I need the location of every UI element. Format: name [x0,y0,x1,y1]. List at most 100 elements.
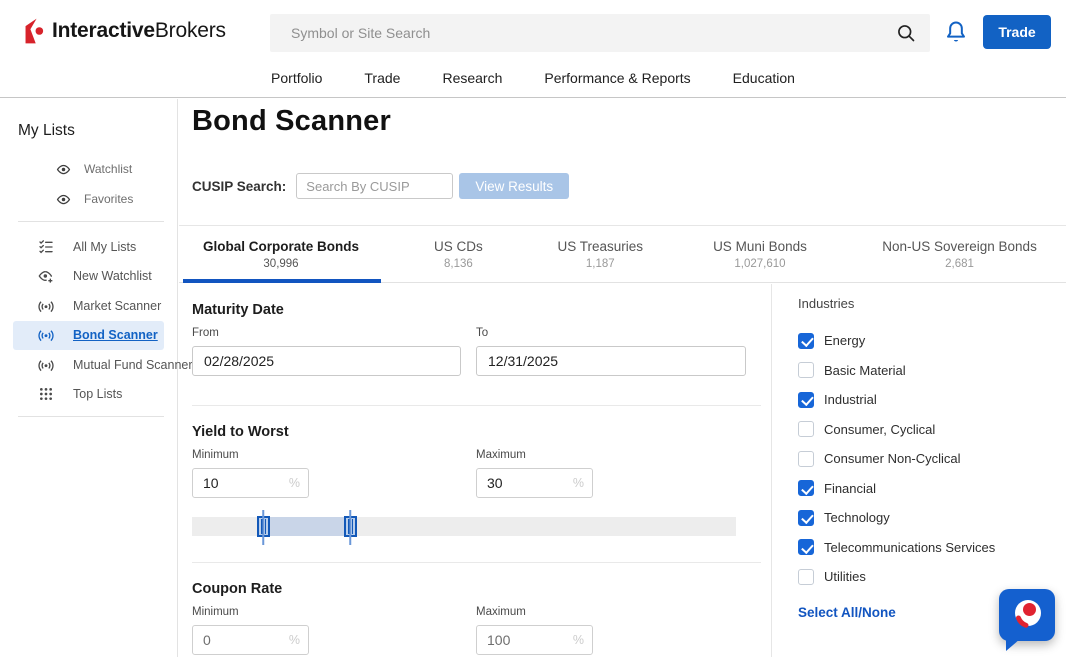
sidebar-divider [18,221,164,222]
filters-panel: Maturity Date From To Yield t [192,284,761,655]
industry-option-utilities[interactable]: Utilities [798,562,1060,592]
industry-checkbox[interactable] [798,510,814,526]
nav-portfolio[interactable]: Portfolio [271,70,322,86]
slider-range [263,517,350,536]
sidebar-item-new-watchlist[interactable]: New Watchlist [0,262,177,292]
industry-checkbox[interactable] [798,480,814,496]
industry-label: Utilities [824,569,866,584]
industry-label: Basic Material [824,363,906,378]
slider-handle-min[interactable] [257,516,270,537]
industry-option-technology[interactable]: Technology [798,503,1060,533]
sidebar-item-label: Market Scanner [73,299,161,313]
maximum-label: Maximum [476,449,746,461]
bond-scanner-page: InteractiveBrokers Trade Portfolio Trade… [0,0,1066,657]
industry-option-financial[interactable]: Financial [798,474,1060,504]
my-lists-group: Watchlist Favorites [0,154,177,214]
industry-option-consumer-non-cyclical[interactable]: Consumer Non-Cyclical [798,444,1060,474]
sidebar-title: My Lists [18,122,177,140]
nav-education[interactable]: Education [733,70,795,86]
industry-checkbox[interactable] [798,421,814,437]
trade-button[interactable]: Trade [983,15,1051,49]
industry-checkbox[interactable] [798,539,814,555]
bond-category-tabs: Global Corporate Bonds 30,996 US CDs 8,1… [179,225,1066,283]
industry-checkbox[interactable] [798,569,814,585]
scanner-icon [38,298,54,314]
sidebar: My Lists Watchlist Favorites All My List… [0,99,178,657]
sidebar-item-label: All My Lists [73,240,136,254]
cusip-search-label: CUSIP Search: [192,179,286,194]
industry-option-telecommunications-services[interactable]: Telecommunications Services [798,533,1060,563]
industry-checkbox[interactable] [798,362,814,378]
sidebar-item-top-lists[interactable]: Top Lists [0,380,177,410]
scanner-icon [38,327,54,343]
sidebar-item-bond-scanner[interactable]: Bond Scanner [13,321,164,351]
scanner-icon [38,357,54,373]
tab-us-muni-bonds[interactable]: US Muni Bonds 1,027,610 [667,226,853,282]
coupon-max-input[interactable] [476,625,593,655]
tab-non-us-sovereign-bonds[interactable]: Non-US Sovereign Bonds 2,681 [853,226,1066,282]
nav-trade[interactable]: Trade [364,70,400,86]
industry-checkbox[interactable] [798,451,814,467]
nav-performance-reports[interactable]: Performance & Reports [544,70,690,86]
coupon-rate-section: Coupon Rate Minimum % Maximum [192,581,761,655]
section-divider [192,562,761,563]
maturity-from-input[interactable] [192,346,461,376]
yield-range-slider[interactable] [192,517,736,536]
industries-panel: Industries Energy Basic Material Industr… [798,284,1060,622]
section-divider [192,405,761,406]
industry-label: Consumer Non-Cyclical [824,451,961,466]
sidebar-item-all-my-lists[interactable]: All My Lists [0,232,177,262]
industry-label: Financial [824,481,876,496]
search-icon[interactable] [896,23,916,43]
tab-count: 2,681 [945,258,974,270]
sidebar-list: All My Lists New Watchlist Market Scanne… [0,232,177,409]
logo-text: InteractiveBrokers [52,19,226,43]
logo[interactable]: InteractiveBrokers [22,17,226,45]
sidebar-item-market-scanner[interactable]: Market Scanner [0,291,177,321]
tab-global-corporate-bonds[interactable]: Global Corporate Bonds 30,996 [179,226,383,282]
to-label: To [476,327,746,339]
notifications-bell-icon[interactable] [946,20,966,45]
sidebar-item-watchlist[interactable]: Watchlist [0,154,177,184]
sidebar-item-label: Watchlist [84,162,132,176]
chat-help-button[interactable] [999,589,1055,641]
industry-checkbox[interactable] [798,392,814,408]
select-all-none-link[interactable]: Select All/None [798,605,896,620]
industry-option-basic-material[interactable]: Basic Material [798,356,1060,386]
main-nav: Portfolio Trade Research Performance & R… [0,70,1066,86]
sidebar-item-label: New Watchlist [73,269,152,283]
maturity-to-input[interactable] [476,346,746,376]
section-title: Yield to Worst [192,424,761,440]
yield-max-input[interactable] [476,468,593,498]
page-title: Bond Scanner [192,105,391,138]
industry-label: Industrial [824,392,877,407]
vertical-divider [771,284,772,657]
industry-checkbox[interactable] [798,333,814,349]
tab-count: 1,027,610 [734,258,785,270]
sidebar-item-favorites[interactable]: Favorites [0,184,177,214]
yield-min-input[interactable] [192,468,309,498]
tab-label: Global Corporate Bonds [203,239,359,254]
industry-label: Energy [824,333,865,348]
eye-icon [56,162,71,177]
industry-label: Consumer, Cyclical [824,422,935,437]
industry-option-industrial[interactable]: Industrial [798,385,1060,415]
search-input[interactable] [270,14,930,52]
maturity-date-section: Maturity Date From To [192,302,761,376]
cusip-search-input[interactable] [296,173,453,199]
nav-research[interactable]: Research [442,70,502,86]
grid-icon [38,386,54,402]
industry-option-consumer-cyclical[interactable]: Consumer, Cyclical [798,415,1060,445]
industry-label: Technology [824,510,890,525]
sidebar-item-mutual-fund-scanner[interactable]: Mutual Fund Scanner [0,350,177,380]
tab-us-treasuries[interactable]: US Treasuries 1,187 [534,226,667,282]
tab-label: Non-US Sovereign Bonds [882,239,1037,254]
sidebar-item-label: Favorites [84,192,133,206]
coupon-min-input[interactable] [192,625,309,655]
industry-label: Telecommunications Services [824,540,995,555]
slider-handle-max[interactable] [344,516,357,537]
industry-option-energy[interactable]: Energy [798,326,1060,356]
tab-us-cds[interactable]: US CDs 8,136 [383,226,534,282]
tab-label: US Treasuries [558,239,644,254]
view-results-button[interactable]: View Results [459,173,569,199]
